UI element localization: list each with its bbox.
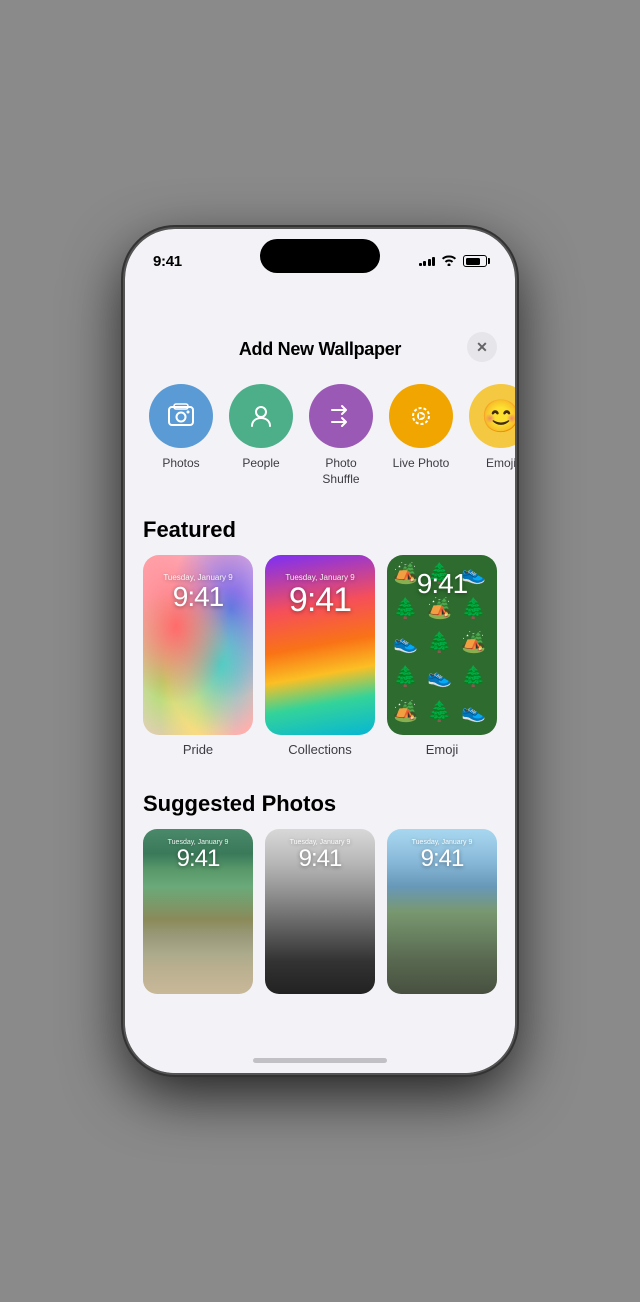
nature1-time: 9:41 bbox=[177, 846, 220, 872]
emoji-thumb: 🏕️🌲👟 🌲🏕️🌲 👟🌲🏕️ 🌲👟🌲 🏕️🌲👟 9:41 bbox=[387, 555, 497, 735]
category-shuffle[interactable]: Photo Shuffle bbox=[301, 384, 381, 487]
collections-label: Collections bbox=[288, 742, 352, 757]
nature1-bg: Tuesday, January 9 9:41 bbox=[143, 829, 253, 994]
nature3-time-overlay: Tuesday, January 9 9:41 bbox=[387, 839, 497, 872]
nature2-bg: Tuesday, January 9 9:41 bbox=[265, 829, 375, 994]
signal-bar-2 bbox=[423, 261, 426, 266]
signal-bar-1 bbox=[419, 263, 422, 266]
status-icons bbox=[419, 253, 488, 269]
pride-time-overlay: Tuesday, January 9 9:41 bbox=[143, 573, 253, 613]
status-time: 9:41 bbox=[153, 253, 182, 270]
emoji-icon-circle: 😊 bbox=[469, 384, 515, 448]
category-live[interactable]: Live Photo bbox=[381, 384, 461, 487]
nature3-time: 9:41 bbox=[421, 846, 464, 872]
home-indicator bbox=[253, 1058, 387, 1063]
categories-row: Photos People bbox=[125, 374, 515, 503]
pride-thumb: Tuesday, January 9 9:41 bbox=[143, 555, 253, 735]
emoji-wall-time-overlay: 9:41 bbox=[387, 569, 497, 600]
close-icon: ✕ bbox=[476, 340, 488, 354]
suggested-nature2[interactable]: Tuesday, January 9 9:41 bbox=[265, 829, 375, 994]
wallpaper-sheet: Add New Wallpaper ✕ bbox=[125, 319, 515, 1073]
emoji-wall-label: Emoji bbox=[426, 742, 459, 757]
category-people[interactable]: People bbox=[221, 384, 301, 487]
people-icon-circle bbox=[229, 384, 293, 448]
live-label: Live Photo bbox=[393, 456, 450, 472]
nature2-thumb: Tuesday, January 9 9:41 bbox=[265, 829, 375, 994]
phone-frame: 9:41 Add New Wal bbox=[125, 229, 515, 1073]
collections-thumb: Tuesday, January 9 9:41 bbox=[265, 555, 375, 735]
phone-screen: 9:41 Add New Wal bbox=[125, 229, 515, 1073]
pride-time: 9:41 bbox=[173, 582, 224, 613]
shuffle-icon-circle bbox=[309, 384, 373, 448]
photos-icon-circle bbox=[149, 384, 213, 448]
wallpaper-collections[interactable]: Tuesday, January 9 9:41 Collections bbox=[265, 555, 375, 757]
category-emoji[interactable]: 😊 Emoji bbox=[461, 384, 515, 487]
nature1-date: Tuesday, January 9 bbox=[168, 839, 229, 846]
emoji-glyph: 😊 bbox=[481, 400, 515, 432]
nature2-date: Tuesday, January 9 bbox=[290, 839, 351, 846]
wallpaper-pride[interactable]: Tuesday, January 9 9:41 Pride bbox=[143, 555, 253, 757]
category-photos[interactable]: Photos bbox=[141, 384, 221, 487]
nature3-date: Tuesday, January 9 bbox=[412, 839, 473, 846]
dynamic-island bbox=[260, 239, 380, 273]
emoji-label: Emoji bbox=[486, 456, 515, 472]
sheet-title: Add New Wallpaper bbox=[239, 339, 401, 360]
emoji-wall-time: 9:41 bbox=[417, 569, 468, 600]
suggested-title: Suggested Photos bbox=[125, 777, 515, 829]
battery-nub bbox=[488, 258, 491, 264]
signal-bars-icon bbox=[419, 257, 436, 266]
close-button[interactable]: ✕ bbox=[467, 332, 497, 362]
wallpaper-emoji[interactable]: 🏕️🌲👟 🌲🏕️🌲 👟🌲🏕️ 🌲👟🌲 🏕️🌲👟 9:41 bbox=[387, 555, 497, 757]
wifi-icon bbox=[441, 253, 457, 269]
collections-time-overlay: Tuesday, January 9 9:41 bbox=[265, 573, 375, 619]
pride-label: Pride bbox=[183, 742, 213, 757]
live-icon-circle bbox=[389, 384, 453, 448]
pride-date: Tuesday, January 9 bbox=[163, 573, 232, 582]
suggested-nature1[interactable]: Tuesday, January 9 9:41 bbox=[143, 829, 253, 994]
signal-bar-3 bbox=[428, 259, 431, 266]
nature2-time-overlay: Tuesday, January 9 9:41 bbox=[265, 839, 375, 872]
shuffle-label: Photo Shuffle bbox=[306, 456, 376, 487]
featured-row: Tuesday, January 9 9:41 Pride Tuesday, J… bbox=[125, 555, 515, 777]
photos-label: Photos bbox=[162, 456, 199, 472]
sheet-header: Add New Wallpaper ✕ bbox=[125, 319, 515, 374]
featured-title: Featured bbox=[125, 503, 515, 555]
nature3-bg: Tuesday, January 9 9:41 bbox=[387, 829, 497, 994]
nature1-time-overlay: Tuesday, January 9 9:41 bbox=[143, 839, 253, 872]
collections-date: Tuesday, January 9 bbox=[285, 573, 354, 582]
battery-fill bbox=[466, 258, 480, 265]
suggested-row: Tuesday, January 9 9:41 Tuesday, January… bbox=[125, 829, 515, 1024]
battery-icon bbox=[463, 255, 487, 267]
signal-bar-4 bbox=[432, 257, 435, 266]
nature3-thumb: Tuesday, January 9 9:41 bbox=[387, 829, 497, 994]
nature2-time: 9:41 bbox=[299, 846, 342, 872]
collections-time: 9:41 bbox=[289, 582, 351, 619]
people-label: People bbox=[242, 456, 279, 472]
suggested-nature3[interactable]: Tuesday, January 9 9:41 bbox=[387, 829, 497, 994]
nature1-thumb: Tuesday, January 9 9:41 bbox=[143, 829, 253, 994]
